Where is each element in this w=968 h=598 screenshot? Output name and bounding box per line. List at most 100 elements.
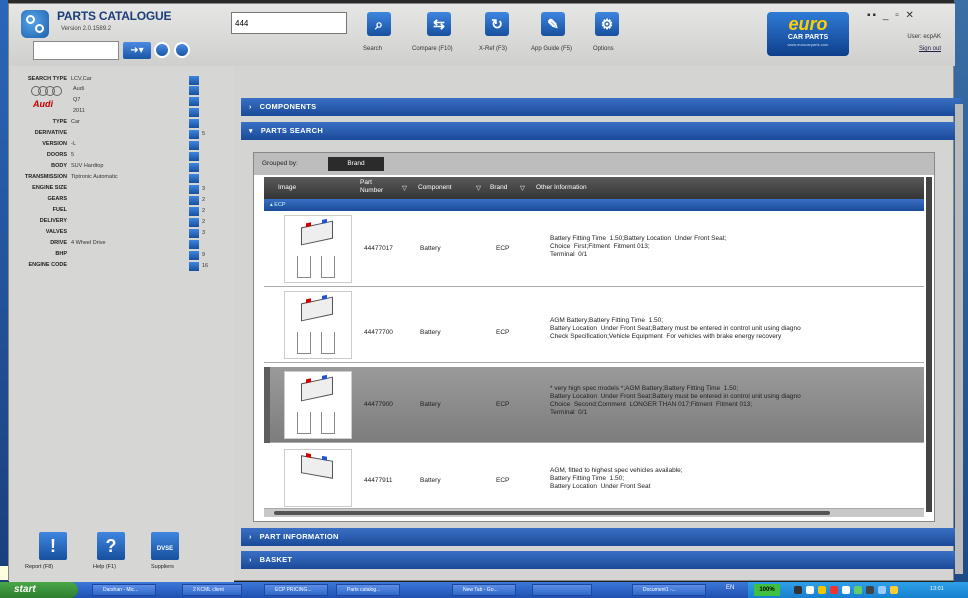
taskbar-item[interactable]: Parts catalog...: [336, 584, 400, 596]
search-icon[interactable]: ⌕: [367, 12, 391, 36]
tray-icon[interactable]: [806, 586, 814, 594]
column-header-part-number[interactable]: Part Number: [360, 179, 390, 195]
taskbar-item[interactable]: ECP PRICING...: [264, 584, 328, 596]
compare-icon[interactable]: ⇆: [427, 12, 451, 36]
grid-vertical-scrollbar[interactable]: [926, 177, 932, 512]
search-button-label[interactable]: Search: [363, 46, 382, 52]
dropdown-icon[interactable]: [189, 251, 199, 260]
windows-taskbar: start Darshan - Mic... 2 KCML client ECP…: [0, 582, 968, 598]
filter-icon[interactable]: ▽: [476, 184, 481, 192]
history-icon[interactable]: [174, 42, 190, 58]
filter-row[interactable]: BODY SUV Hardtop: [9, 163, 214, 173]
taskbar-item[interactable]: [532, 584, 592, 596]
part-information-section-header[interactable]: › PART INFORMATION: [241, 528, 961, 546]
dropdown-icon[interactable]: [189, 163, 199, 172]
filter-icon[interactable]: ▽: [402, 184, 407, 192]
filter-row[interactable]: GEARS 2: [9, 196, 214, 206]
help-icon[interactable]: ?: [97, 532, 125, 560]
dropdown-icon[interactable]: [189, 207, 199, 216]
filter-row[interactable]: DRIVE 4 Wheel Drive: [9, 240, 214, 250]
table-row[interactable]: 44477700 Battery ECP AGM Battery;Battery…: [264, 287, 924, 363]
dropdown-icon[interactable]: [189, 229, 199, 238]
dropdown-icon[interactable]: [189, 97, 199, 106]
window-controls[interactable]: ▪▪ _ ▫ ✕: [867, 10, 916, 21]
suppliers-button-label[interactable]: Suppliers: [151, 564, 174, 570]
filter-icon[interactable]: ▽: [520, 184, 525, 192]
filter-row[interactable]: VERSION -L: [9, 141, 214, 151]
taskbar-item[interactable]: Document1 -...: [632, 584, 706, 596]
dropdown-icon[interactable]: [189, 196, 199, 205]
options-button-label[interactable]: Options: [593, 46, 614, 52]
taskbar-item[interactable]: Darshan - Mic...: [92, 584, 156, 596]
report-icon[interactable]: !: [39, 532, 67, 560]
tray-icon[interactable]: [818, 586, 826, 594]
scrollbar-thumb[interactable]: [274, 511, 830, 515]
filter-value: Tiptronic Automatic: [71, 174, 118, 180]
filter-row[interactable]: DOORS 5: [9, 152, 214, 162]
dropdown-icon[interactable]: [189, 108, 199, 117]
xref-button-label[interactable]: X-Ref (F3): [479, 46, 507, 52]
tray-icon[interactable]: [890, 586, 898, 594]
part-number-cell: 44477900: [364, 401, 393, 408]
dropdown-icon[interactable]: [189, 141, 199, 150]
dropdown-icon[interactable]: [189, 174, 199, 183]
tray-icon[interactable]: [878, 586, 886, 594]
sign-out-link[interactable]: Sign out: [881, 46, 941, 52]
taskbar-item[interactable]: 2 KCML client: [182, 584, 242, 596]
filter-row[interactable]: VALVES 3: [9, 229, 214, 239]
dropdown-icon[interactable]: [189, 218, 199, 227]
filter-row[interactable]: FUEL 2: [9, 207, 214, 217]
go-arrow-button[interactable]: ➜▾: [123, 42, 151, 59]
compare-button-label[interactable]: Compare (F10): [412, 46, 453, 52]
gear-icon[interactable]: ⚙: [595, 12, 619, 36]
part-search-input[interactable]: [231, 12, 347, 34]
dropdown-icon[interactable]: [189, 240, 199, 249]
help-button-label[interactable]: Help (F1): [93, 564, 116, 570]
table-row-selected[interactable]: 44477900 Battery ECP * very high spec mo…: [264, 367, 924, 443]
column-header-brand[interactable]: Brand: [490, 184, 507, 191]
filter-row[interactable]: TYPE Car: [9, 119, 214, 129]
zoom-level[interactable]: 100%: [754, 584, 780, 596]
refresh-icon[interactable]: ↻: [485, 12, 509, 36]
table-row[interactable]: 44477911 Battery ECP AGM, fitted to high…: [264, 445, 924, 509]
battery-image: [284, 449, 352, 507]
filter-row[interactable]: DELIVERY 2: [9, 218, 214, 228]
back-icon[interactable]: [154, 42, 170, 58]
filter-row[interactable]: ENGINE CODE 16: [9, 262, 214, 272]
filter-row[interactable]: BHP 9: [9, 251, 214, 261]
wrench-icon[interactable]: ✎: [541, 12, 565, 36]
quick-search-input[interactable]: [33, 41, 119, 60]
report-button-label[interactable]: Report (F8): [25, 564, 53, 570]
dropdown-icon[interactable]: [189, 119, 199, 128]
dropdown-icon[interactable]: [189, 86, 199, 95]
language-indicator[interactable]: EN: [726, 585, 734, 591]
dropdown-icon[interactable]: [189, 130, 199, 139]
tray-icon[interactable]: [842, 586, 850, 594]
dropdown-icon[interactable]: [189, 185, 199, 194]
filter-row[interactable]: TRANSMISSION Tiptronic Automatic: [9, 174, 214, 184]
group-row[interactable]: ▴ ECP: [264, 199, 924, 211]
suppliers-icon[interactable]: DVSE: [151, 532, 179, 560]
dropdown-icon[interactable]: [189, 152, 199, 161]
column-header-other-information[interactable]: Other Information: [536, 184, 587, 191]
tray-icon[interactable]: [794, 586, 802, 594]
filter-row[interactable]: DERIVATIVE 5: [9, 130, 214, 140]
tray-icon[interactable]: [830, 586, 838, 594]
group-by-chip[interactable]: Brand: [328, 157, 384, 171]
components-section-header[interactable]: › COMPONENTS: [241, 98, 961, 116]
filter-row[interactable]: ENGINE SIZE 3: [9, 185, 214, 195]
app-guide-button-label[interactable]: App Guide (F5): [531, 46, 572, 52]
tray-icon[interactable]: [854, 586, 862, 594]
start-button[interactable]: start: [0, 582, 78, 598]
column-header-image[interactable]: Image: [278, 184, 296, 191]
taskbar-item[interactable]: New Tab - Go...: [452, 584, 516, 596]
basket-section-header[interactable]: › BASKET: [241, 551, 961, 569]
tray-icon[interactable]: [866, 586, 874, 594]
app-vertical-scrollbar[interactable]: [955, 104, 963, 574]
column-header-component[interactable]: Component: [418, 184, 452, 191]
parts-search-section-header[interactable]: ▾ PARTS SEARCH: [241, 122, 961, 140]
table-row[interactable]: 44477017 Battery ECP Battery Fitting Tim…: [264, 211, 924, 287]
dropdown-icon[interactable]: [189, 76, 199, 85]
filter-row[interactable]: SEARCH TYPE LCV,Car: [9, 76, 214, 86]
dropdown-icon[interactable]: [189, 262, 199, 271]
